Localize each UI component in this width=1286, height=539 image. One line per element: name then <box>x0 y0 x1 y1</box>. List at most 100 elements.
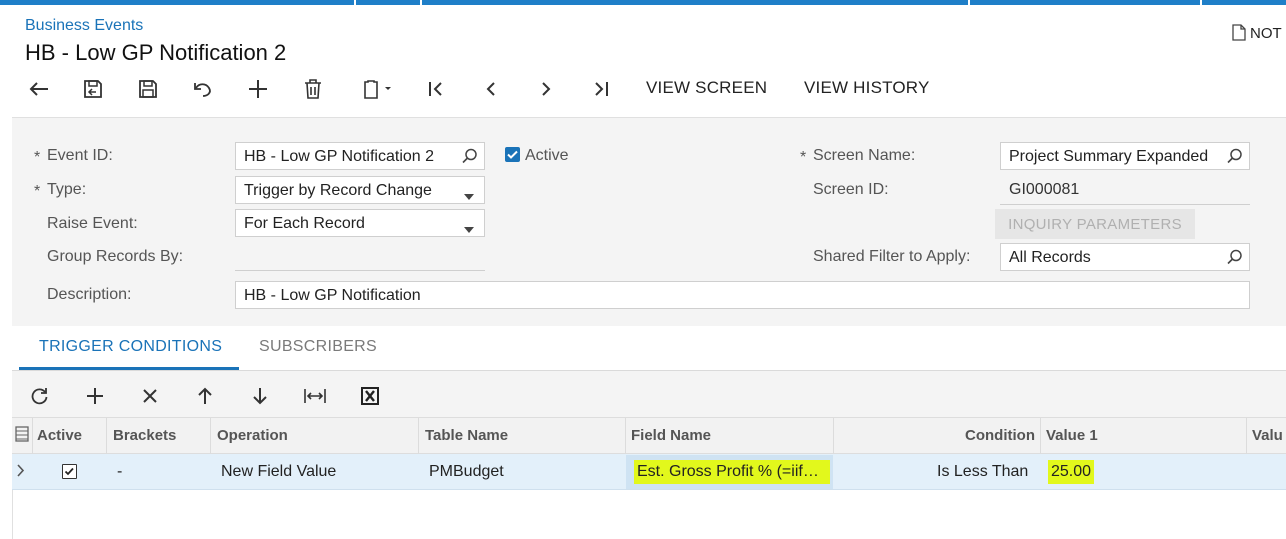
tab-subscribers[interactable]: SUBSCRIBERS <box>259 338 377 356</box>
required-marker: * <box>34 183 41 200</box>
active-tab-indicator <box>19 367 239 370</box>
inquiry-parameters-button[interactable]: INQUIRY PARAMETERS <box>995 209 1195 239</box>
next-icon <box>542 82 551 96</box>
chevron-down-icon <box>464 220 474 236</box>
refresh-icon <box>31 388 48 405</box>
export-excel-icon <box>361 387 379 405</box>
back-icon <box>29 82 48 96</box>
chevron-right-icon <box>17 464 25 477</box>
event-id-field[interactable]: HB - Low GP Notification 2 <box>235 142 485 170</box>
row-expand-button[interactable] <box>17 464 25 482</box>
shared-filter-field[interactable]: All Records <box>1000 243 1250 271</box>
add-row-icon <box>87 388 103 404</box>
column-separator <box>32 418 33 454</box>
save-close-button[interactable] <box>79 75 107 103</box>
tab-trigger-conditions[interactable]: TRIGGER CONDITIONS <box>39 338 222 356</box>
description-value: HB - Low GP Notification <box>244 287 421 304</box>
column-separator <box>106 418 107 454</box>
col-field-name[interactable]: Field Name <box>631 427 711 444</box>
notes-button[interactable]: NOT <box>1232 24 1282 42</box>
search-icon[interactable] <box>462 148 478 169</box>
type-select[interactable]: Trigger by Record Change <box>235 176 485 204</box>
save-close-icon <box>84 80 102 98</box>
shared-filter-value: All Records <box>1009 249 1091 266</box>
refresh-button[interactable] <box>27 383 53 409</box>
required-marker: * <box>800 149 807 166</box>
screen-name-field[interactable]: Project Summary Expanded <box>1000 142 1250 170</box>
grid-body-empty <box>12 490 1286 539</box>
checkmark-icon <box>64 467 74 476</box>
active-label: Active <box>525 147 569 164</box>
cell-value1[interactable]: 25.00 <box>1048 460 1095 484</box>
search-icon[interactable] <box>1227 148 1243 169</box>
row-selector-header[interactable] <box>15 426 29 447</box>
view-screen-button[interactable]: VIEW SCREEN <box>646 78 767 98</box>
description-label: Description: <box>47 286 132 303</box>
col-operation[interactable]: Operation <box>217 427 288 444</box>
prev-icon <box>486 82 495 96</box>
cell-operation[interactable]: New Field Value <box>221 463 336 481</box>
col-brackets[interactable]: Brackets <box>113 427 176 444</box>
page-title: HB - Low GP Notification 2 <box>25 40 287 65</box>
checkmark-icon <box>507 150 518 159</box>
next-record-button[interactable] <box>532 75 560 103</box>
previous-record-button[interactable] <box>477 75 505 103</box>
column-separator <box>1040 418 1041 454</box>
save-button[interactable] <box>134 75 162 103</box>
cell-table-name[interactable]: PMBudget <box>429 463 504 481</box>
column-separator <box>210 418 211 454</box>
export-excel-button[interactable] <box>357 383 383 409</box>
cell-brackets[interactable]: - <box>117 463 122 481</box>
col-value2[interactable]: Valu <box>1252 427 1283 444</box>
cell-condition[interactable]: Is Less Than <box>937 463 1028 481</box>
save-icon <box>139 80 157 98</box>
search-icon[interactable] <box>1227 249 1243 270</box>
first-record-button[interactable] <box>422 75 450 103</box>
fit-columns-button[interactable] <box>302 383 328 409</box>
event-id-value: HB - Low GP Notification 2 <box>244 148 435 165</box>
notes-icon <box>1232 24 1246 41</box>
shared-filter-label: Shared Filter to Apply: <box>813 248 971 265</box>
breadcrumb[interactable]: Business Events <box>25 17 143 35</box>
column-separator <box>833 418 834 454</box>
raise-event-value: For Each Record <box>244 215 365 232</box>
row-active-checkbox[interactable] <box>62 464 77 479</box>
active-checkbox[interactable] <box>505 147 520 162</box>
screen-name-label: Screen Name: <box>813 147 916 164</box>
event-id-label: Event ID: <box>47 147 113 164</box>
view-history-button[interactable]: VIEW HISTORY <box>804 78 930 98</box>
undo-button[interactable] <box>189 75 217 103</box>
add-row-button[interactable] <box>82 383 108 409</box>
group-records-field[interactable] <box>235 270 485 271</box>
back-button[interactable] <box>25 75 53 103</box>
clipboard-menu-button[interactable] <box>356 75 398 103</box>
cell-field-name[interactable]: Est. Gross Profit % (=iif… <box>634 460 830 484</box>
type-label: Type: <box>47 181 87 198</box>
last-record-button[interactable] <box>587 75 615 103</box>
move-down-icon <box>253 388 267 405</box>
col-table-name[interactable]: Table Name <box>425 427 508 444</box>
screen-id-underline <box>1000 204 1250 205</box>
delete-icon <box>305 79 321 99</box>
col-condition[interactable]: Condition <box>965 427 1035 444</box>
move-down-button[interactable] <box>247 383 273 409</box>
delete-button[interactable] <box>299 75 327 103</box>
column-separator <box>418 418 419 454</box>
delete-row-button[interactable] <box>137 383 163 409</box>
delete-row-icon <box>143 389 157 403</box>
col-active[interactable]: Active <box>37 427 82 444</box>
columns-config-icon <box>15 426 29 442</box>
column-separator <box>625 418 626 454</box>
clipboard-icon <box>364 80 391 99</box>
add-icon <box>249 80 267 98</box>
col-value1[interactable]: Value 1 <box>1046 427 1098 444</box>
raise-event-select[interactable]: For Each Record <box>235 209 485 237</box>
undo-icon <box>194 83 211 97</box>
group-records-label: Group Records By: <box>47 248 184 265</box>
description-field[interactable]: HB - Low GP Notification <box>235 281 1250 309</box>
move-up-icon <box>198 387 212 404</box>
add-button[interactable] <box>244 75 272 103</box>
screen-id-value: GI000081 <box>1009 181 1080 198</box>
move-up-button[interactable] <box>192 383 218 409</box>
last-icon <box>595 82 608 96</box>
